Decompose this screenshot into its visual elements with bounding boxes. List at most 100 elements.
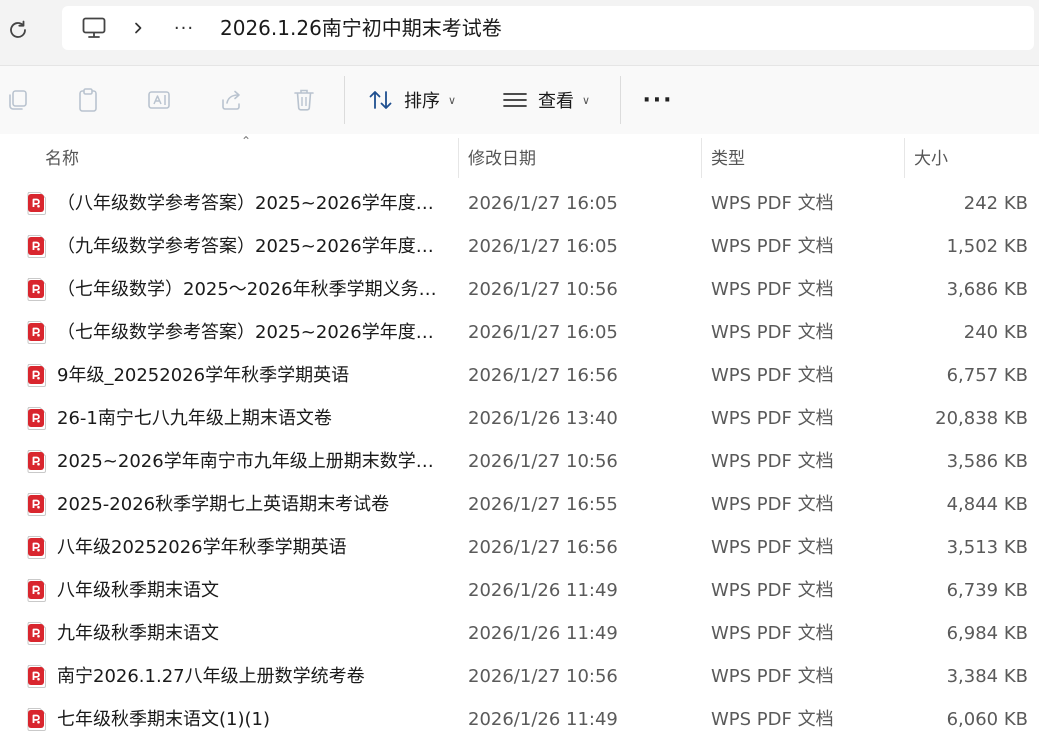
column-divider[interactable] — [458, 138, 459, 178]
file-size: 3,513 KB — [946, 537, 1028, 558]
view-label: 查看 — [538, 91, 574, 112]
breadcrumb-overflow-button[interactable]: ··· — [168, 14, 200, 42]
pdf-file-icon — [27, 364, 46, 387]
file-row[interactable]: （七年级数学）2025～2026年秋季学期义务教... 2026/1/27 10:… — [0, 268, 1039, 311]
copy-icon — [9, 90, 27, 110]
delete-button[interactable] — [290, 86, 318, 114]
column-header-type-label: 类型 — [711, 148, 745, 169]
file-name: 八年级秋季期末语文 — [57, 580, 219, 601]
file-size: 6,984 KB — [946, 623, 1028, 644]
file-type: WPS PDF 文档 — [711, 322, 834, 343]
sort-button[interactable]: 排序 ∨ — [368, 84, 456, 116]
file-type: WPS PDF 文档 — [711, 537, 834, 558]
chevron-down-icon: ∨ — [582, 93, 591, 107]
file-date-modified: 2026/1/27 10:56 — [468, 279, 618, 300]
file-row[interactable]: 八年级20252026学年秋季学期英语 2026/1/27 16:56 WPS PD… — [0, 526, 1039, 569]
pdf-file-icon — [27, 450, 46, 473]
file-size: 240 KB — [963, 322, 1028, 343]
file-row[interactable]: 九年级秋季期末语文 2026/1/26 11:49 WPS PDF 文档 6,984 … — [0, 612, 1039, 655]
sort-label: 排序 — [404, 91, 440, 112]
column-header-name-label: 名称 — [45, 148, 79, 169]
file-name: （八年级数学参考答案）2025~2026学年度秋... — [57, 193, 449, 214]
monitor-icon — [82, 17, 106, 38]
copy-button[interactable] — [4, 86, 32, 114]
file-type: WPS PDF 文档 — [711, 236, 834, 257]
file-date-modified: 2026/1/26 11:49 — [468, 623, 618, 644]
pdf-file-icon — [27, 536, 46, 559]
file-row[interactable]: 八年级秋季期末语文 2026/1/26 11:49 WPS PDF 文档 6,739 … — [0, 569, 1039, 612]
file-row[interactable]: （七年级数学参考答案）2025~2026学年度秋... 2026/1/27 16:… — [0, 311, 1039, 354]
rename-button[interactable] — [146, 86, 174, 114]
file-name: 南宁2026.1.27八年级上册数学统考卷 — [57, 666, 365, 687]
column-divider[interactable] — [904, 138, 905, 178]
file-date-modified: 2026/1/27 10:56 — [468, 451, 618, 472]
pdf-file-icon — [27, 579, 46, 602]
file-row[interactable]: 9年级_20252026学年秋季学期英语 2026/1/27 16:56 WPS P… — [0, 354, 1039, 397]
pdf-file-icon — [27, 321, 46, 344]
file-date-modified: 2026/1/26 11:49 — [468, 709, 618, 730]
rename-icon — [148, 91, 170, 109]
file-size: 20,838 KB — [935, 408, 1028, 429]
file-size: 6,739 KB — [946, 580, 1028, 601]
column-header-date[interactable]: 修改日期 — [468, 134, 698, 178]
file-row[interactable]: 南宁2026.1.27八年级上册数学统考卷 2026/1/27 10:56 WPS … — [0, 655, 1039, 698]
toolbar-divider — [620, 76, 621, 124]
file-row[interactable]: （八年级数学参考答案）2025~2026学年度秋... 2026/1/27 16:… — [0, 182, 1039, 225]
breadcrumb-current-folder[interactable]: 2026.1.26南宁初中期末考试卷 — [220, 16, 502, 40]
refresh-button[interactable] — [4, 16, 32, 44]
file-row[interactable]: 七年级秋季期末语文(1)(1) 2026/1/26 11:49 WPS PDF 文档… — [0, 698, 1039, 741]
file-size: 3,384 KB — [946, 666, 1028, 687]
file-name: 2025~2026学年南宁市九年级上册期末数学试卷 — [57, 451, 449, 472]
file-name: 9年级_20252026学年秋季学期英语 — [57, 365, 350, 386]
column-header-name[interactable]: 名称 — [45, 134, 455, 178]
pdf-file-icon — [27, 708, 46, 731]
file-row[interactable]: 2025~2026学年南宁市九年级上册期末数学试卷 2026/1/27 10:56… — [0, 440, 1039, 483]
file-type: WPS PDF 文档 — [711, 666, 834, 687]
pdf-file-icon — [27, 235, 46, 258]
file-size: 3,586 KB — [946, 451, 1028, 472]
see-more-button[interactable]: ··· — [640, 84, 676, 116]
file-row[interactable]: 2025-2026秋季学期七上英语期末考试卷 2026/1/27 16:55 WPS… — [0, 483, 1039, 526]
refresh-icon — [10, 20, 26, 38]
view-icon — [503, 93, 527, 107]
file-name: 七年级秋季期末语文(1)(1) — [57, 709, 270, 730]
pdf-file-icon — [27, 192, 46, 215]
delete-icon — [294, 89, 314, 111]
file-name: （七年级数学参考答案）2025~2026学年度秋... — [57, 322, 449, 343]
column-header-date-label: 修改日期 — [468, 148, 536, 169]
address-bar[interactable]: ··· 2026.1.26南宁初中期末考试卷 — [62, 6, 1034, 50]
file-size: 3,686 KB — [946, 279, 1028, 300]
column-header-type[interactable]: 类型 — [711, 134, 901, 178]
this-pc-button[interactable] — [81, 16, 107, 40]
file-date-modified: 2026/1/27 16:05 — [468, 236, 618, 257]
file-size: 6,060 KB — [946, 709, 1028, 730]
file-type: WPS PDF 文档 — [711, 365, 834, 386]
file-row[interactable]: 26-1南宁七八九年级上期末语文卷 2026/1/26 13:40 WPS PDF … — [0, 397, 1039, 440]
column-header-size[interactable]: 大小 — [914, 134, 1034, 178]
file-name: 八年级20252026学年秋季学期英语 — [57, 537, 347, 558]
view-button[interactable]: 查看 ∨ — [502, 84, 590, 116]
file-list: ⌃ 名称 修改日期 类型 大小 （八年级数学参考答案）2025~2026学年度秋… — [0, 134, 1039, 748]
file-name: （九年级数学参考答案）2025~2026学年度秋... — [57, 236, 449, 257]
chevron-down-icon: ∨ — [448, 93, 457, 107]
pdf-file-icon — [27, 407, 46, 430]
file-explorer-window: ··· 2026.1.26南宁初中期末考试卷 排序 ∨ 查看 ∨ ··· ⌃ 名… — [0, 0, 1039, 748]
share-button[interactable] — [218, 86, 246, 114]
file-name: 26-1南宁七八九年级上期末语文卷 — [57, 408, 332, 429]
breadcrumb-separator[interactable] — [128, 18, 148, 38]
file-type: WPS PDF 文档 — [711, 494, 834, 515]
paste-button[interactable] — [74, 86, 102, 114]
column-divider[interactable] — [701, 138, 702, 178]
file-type: WPS PDF 文档 — [711, 193, 834, 214]
file-type: WPS PDF 文档 — [711, 451, 834, 472]
file-name: 2025-2026秋季学期七上英语期末考试卷 — [57, 494, 390, 515]
sort-icon — [369, 91, 392, 109]
pdf-file-icon — [27, 622, 46, 645]
pdf-file-icon — [27, 665, 46, 688]
file-date-modified: 2026/1/27 16:55 — [468, 494, 618, 515]
paste-icon — [79, 88, 97, 112]
file-row[interactable]: （九年级数学参考答案）2025~2026学年度秋... 2026/1/27 16:… — [0, 225, 1039, 268]
file-date-modified: 2026/1/26 11:49 — [468, 580, 618, 601]
file-name: 九年级秋季期末语文 — [57, 623, 219, 644]
chevron-right-icon — [135, 22, 142, 34]
